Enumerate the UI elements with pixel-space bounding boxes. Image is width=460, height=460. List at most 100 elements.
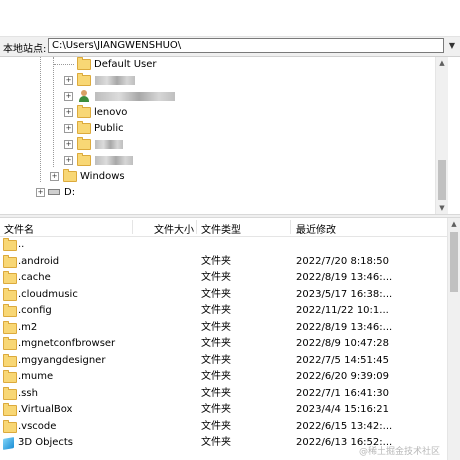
table-row[interactable]: .mgyangdesigner 文件夹 2022/7/5 14:51:45 [0, 353, 448, 370]
table-row[interactable]: .mume 文件夹 2022/6/20 9:39:09 [0, 369, 448, 386]
folder-icon [3, 287, 17, 301]
file-name: .config [18, 305, 52, 316]
folder-icon [77, 121, 91, 134]
user-folder-icon [78, 90, 89, 102]
table-row[interactable]: .config 文件夹 2022/11/22 10:1... [0, 303, 448, 320]
file-name: .cloudmusic [18, 288, 78, 300]
expand-icon[interactable]: + [64, 124, 73, 133]
file-name: .mgyangdesigner [18, 354, 106, 366]
redacted-label [95, 76, 135, 85]
expand-icon[interactable]: + [64, 156, 73, 165]
file-modified: 2022/8/19 13:46:... [296, 272, 393, 283]
expand-icon[interactable]: + [50, 172, 59, 181]
folder-icon [3, 419, 17, 433]
file-modified: 2022/8/19 13:46:... [296, 321, 393, 333]
table-row[interactable]: .. [0, 237, 448, 254]
toolbar-area [0, 0, 460, 37]
expand-icon[interactable]: + [64, 76, 73, 85]
file-type: 文件夹 [201, 272, 231, 283]
folder-icon [3, 238, 17, 251]
expand-icon[interactable]: + [64, 108, 73, 117]
file-modified: 2022/7/1 16:41:30 [296, 387, 390, 399]
file-type: 文件夹 [201, 305, 231, 316]
folder-icon [3, 370, 17, 383]
tree-scrollbar[interactable]: ▲ ▼ [435, 57, 448, 214]
table-row[interactable]: .android 文件夹 2022/7/20 8:18:50 [0, 254, 448, 271]
table-row[interactable]: .mgnetconfbrowser 文件夹 2022/8/9 10:47:28 [0, 336, 448, 353]
folder-icon [77, 105, 91, 118]
table-row[interactable]: .cache 文件夹 2022/8/19 13:46:... [0, 270, 448, 287]
file-type: 文件夹 [201, 420, 231, 432]
column-header-type[interactable]: 文件类型 [201, 221, 241, 236]
scroll-up-icon[interactable]: ▲ [436, 57, 448, 69]
file-type: 文件夹 [201, 404, 231, 415]
tree-node-label: Windows [80, 171, 125, 182]
file-modified: 2023/5/17 16:38:... [296, 288, 393, 300]
local-site-label: 本地站点: [3, 44, 47, 55]
folder-icon [77, 137, 91, 150]
file-modified: 2022/7/5 14:51:45 [296, 354, 390, 366]
file-modified: 2022/11/22 10:1... [296, 305, 389, 316]
file-type: 文件夹 [201, 437, 231, 448]
tree-node-label: lenovo [94, 107, 128, 118]
file-name: .ssh [18, 387, 38, 399]
folder-icon [3, 386, 17, 400]
folder-icon [77, 153, 91, 166]
table-row[interactable]: .ssh 文件夹 2022/7/1 16:41:30 [0, 386, 448, 403]
file-type: 文件夹 [201, 255, 231, 267]
table-row[interactable]: .m2 文件夹 2022/8/19 13:46:... [0, 320, 448, 337]
local-file-list: 文件名 文件大小 文件类型 最近修改 .. .android 文件夹 2022/… [0, 218, 448, 460]
scrollbar-thumb[interactable] [450, 232, 458, 292]
scroll-up-icon[interactable]: ▲ [448, 218, 460, 230]
file-name: .mume [18, 371, 54, 382]
expand-icon[interactable]: + [64, 140, 73, 149]
file-type: 文件夹 [201, 321, 231, 333]
local-path-input[interactable]: C:\Users\JIANGWENSHUO\ [48, 38, 444, 53]
file-list-header: 文件名 文件大小 文件类型 最近修改 [0, 218, 448, 237]
folder-icon [3, 403, 17, 416]
folder-icon [77, 57, 91, 70]
scrollbar-thumb[interactable] [438, 160, 446, 200]
folder-icon [63, 169, 77, 182]
table-row[interactable]: .cloudmusic 文件夹 2023/5/17 16:38:... [0, 287, 448, 304]
file-name: .VirtualBox [18, 404, 73, 415]
tree-node-label: D: [64, 187, 76, 198]
file-name: .mgnetconfbrowser [18, 338, 116, 349]
file-modified: 2022/6/15 13:42:... [296, 420, 393, 432]
column-header-modified[interactable]: 最近修改 [296, 221, 336, 236]
file-type: 文件夹 [201, 371, 231, 382]
folder-icon [3, 254, 17, 268]
column-header-size[interactable]: 文件大小 [154, 221, 194, 236]
tree-node-label: Public [94, 123, 124, 134]
redacted-label [95, 92, 175, 101]
file-name: .vscode [18, 420, 57, 432]
table-row[interactable]: .VirtualBox 文件夹 2023/4/4 15:16:21 [0, 402, 448, 419]
file-type: 文件夹 [201, 387, 231, 399]
folder-icon [3, 320, 17, 334]
file-name: .android [18, 255, 60, 267]
file-name: .. [18, 239, 25, 250]
expand-icon[interactable]: + [36, 188, 45, 197]
column-header-name[interactable]: 文件名 [4, 221, 34, 236]
expand-icon[interactable]: + [64, 92, 73, 101]
3d-objects-icon [3, 437, 14, 450]
file-modified: 2022/6/20 9:39:09 [296, 371, 390, 382]
drive-icon [48, 189, 60, 195]
folder-icon [3, 304, 17, 317]
local-directory-tree: Default User + + + lenovo + Public + + + [0, 57, 448, 214]
file-name: .cache [18, 272, 51, 283]
watermark: @稀土掘金技术社区 [358, 447, 440, 457]
folder-icon [3, 271, 17, 284]
file-name: 3D Objects [18, 437, 74, 448]
file-type: 文件夹 [201, 288, 231, 300]
file-modified: 2023/4/4 15:16:21 [296, 404, 390, 415]
table-row[interactable]: .vscode 文件夹 2022/6/15 13:42:... [0, 419, 448, 436]
chevron-down-icon[interactable]: ▼ [446, 39, 458, 53]
folder-icon [3, 353, 17, 367]
tree-node-label: Default User [94, 59, 157, 70]
folder-icon [3, 337, 17, 350]
scroll-down-icon[interactable]: ▼ [436, 202, 448, 214]
file-list-scrollbar[interactable]: ▲ [447, 218, 460, 460]
redacted-label [95, 156, 133, 165]
folder-icon [77, 73, 91, 86]
